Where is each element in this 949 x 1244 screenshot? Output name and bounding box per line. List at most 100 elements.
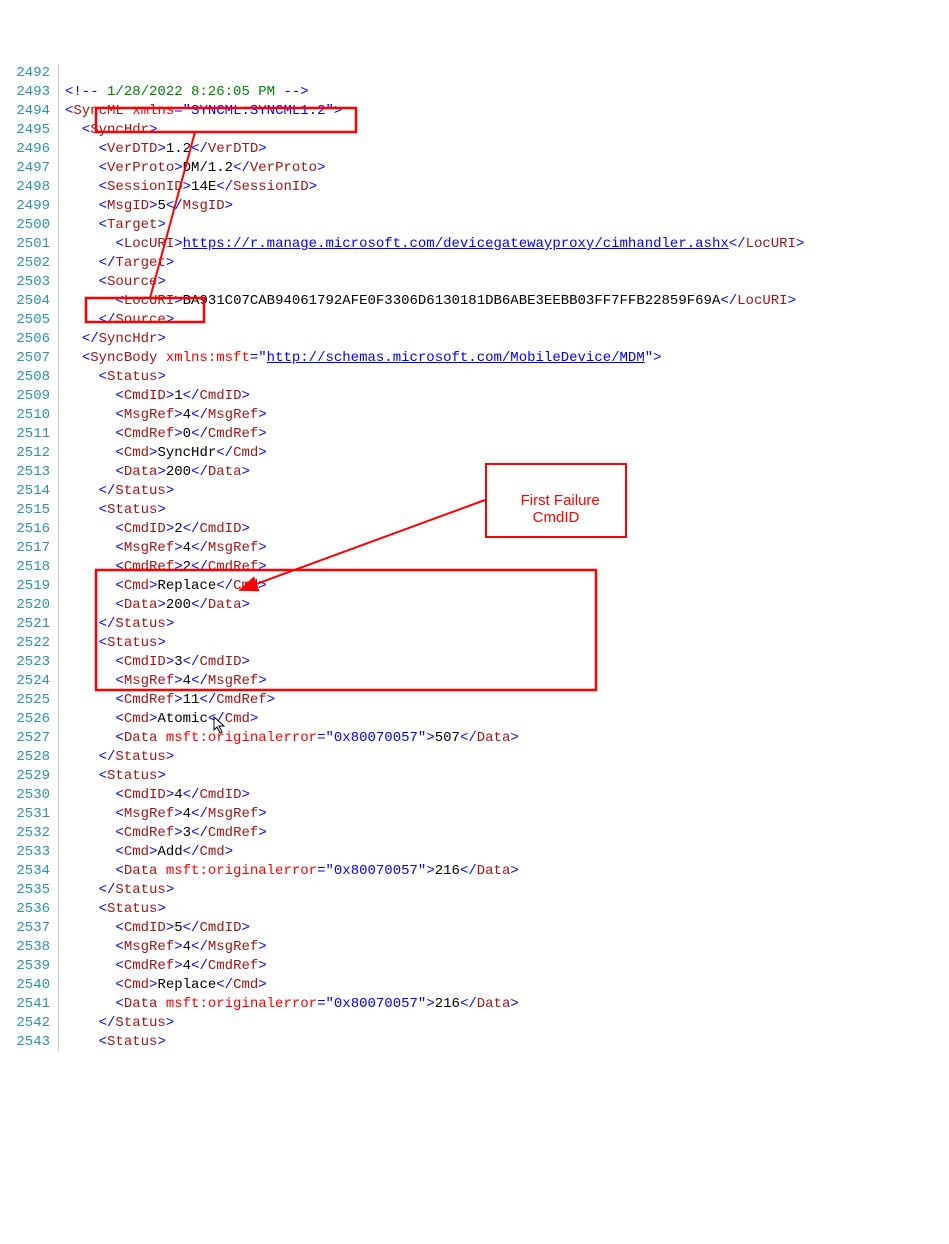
line-number: 2529: [0, 767, 59, 786]
code-viewer[interactable]: 24922493<!-- 1/28/2022 8:26:05 PM -->249…: [0, 64, 949, 1052]
line-number: 2543: [0, 1033, 59, 1052]
line-number: 2499: [0, 197, 59, 216]
code-line: 2509 <CmdID>1</CmdID>: [0, 387, 949, 406]
code-line: 2529 <Status>: [0, 767, 949, 786]
code-line: 2538 <MsgRef>4</MsgRef>: [0, 938, 949, 957]
code-line: 2517 <MsgRef>4</MsgRef>: [0, 539, 949, 558]
code-line: 2518 <CmdRef>2</CmdRef>: [0, 558, 949, 577]
code-line: 2501 <LocURI>https://r.manage.microsoft.…: [0, 235, 949, 254]
code-line: 2542 </Status>: [0, 1014, 949, 1033]
line-number: 2503: [0, 273, 59, 292]
code-line: 2497 <VerProto>DM/1.2</VerProto>: [0, 159, 949, 178]
line-number: 2524: [0, 672, 59, 691]
line-number: 2517: [0, 539, 59, 558]
code-line: 2534 <Data msft:originalerror="0x8007005…: [0, 862, 949, 881]
code-line: 2507 <SyncBody xmlns:msft="http://schema…: [0, 349, 949, 368]
line-number: 2514: [0, 482, 59, 501]
code-line: 2503 <Source>: [0, 273, 949, 292]
line-number: 2520: [0, 596, 59, 615]
code-line: 2506 </SyncHdr>: [0, 330, 949, 349]
code-line: 2537 <CmdID>5</CmdID>: [0, 919, 949, 938]
line-number: 2502: [0, 254, 59, 273]
code-line: 2527 <Data msft:originalerror="0x8007005…: [0, 729, 949, 748]
line-number: 2494: [0, 102, 59, 121]
line-number: 2518: [0, 558, 59, 577]
line-number: 2510: [0, 406, 59, 425]
code-line: 2508 <Status>: [0, 368, 949, 387]
line-number: 2522: [0, 634, 59, 653]
code-line: 2512 <Cmd>SyncHdr</Cmd>: [0, 444, 949, 463]
code-line: 2513 <Data>200</Data>: [0, 463, 949, 482]
code-line: 2528 </Status>: [0, 748, 949, 767]
code-line: 2492: [0, 64, 949, 83]
line-number: 2501: [0, 235, 59, 254]
line-number: 2542: [0, 1014, 59, 1033]
code-line: 2536 <Status>: [0, 900, 949, 919]
code-line: 2502 </Target>: [0, 254, 949, 273]
line-number: 2508: [0, 368, 59, 387]
code-line: 2494<SyncML xmlns="SYNCML:SYNCML1.2">: [0, 102, 949, 121]
line-number: 2515: [0, 501, 59, 520]
code-line: 2505 </Source>: [0, 311, 949, 330]
line-number: 2512: [0, 444, 59, 463]
code-line: 2522 <Status>: [0, 634, 949, 653]
line-number: 2500: [0, 216, 59, 235]
line-number: 2532: [0, 824, 59, 843]
code-line: 2514 </Status>: [0, 482, 949, 501]
code-line: 2498 <SessionID>14E</SessionID>: [0, 178, 949, 197]
line-number: 2530: [0, 786, 59, 805]
code-line: 2495 <SyncHdr>: [0, 121, 949, 140]
code-line: 2496 <VerDTD>1.2</VerDTD>: [0, 140, 949, 159]
line-number: 2528: [0, 748, 59, 767]
line-number: 2536: [0, 900, 59, 919]
line-number: 2493: [0, 83, 59, 102]
line-number: 2497: [0, 159, 59, 178]
line-number: 2527: [0, 729, 59, 748]
line-number: 2541: [0, 995, 59, 1014]
line-number: 2509: [0, 387, 59, 406]
line-number: 2521: [0, 615, 59, 634]
line-number: 2537: [0, 919, 59, 938]
code-line: 2499 <MsgID>5</MsgID>: [0, 197, 949, 216]
line-number: 2534: [0, 862, 59, 881]
code-line: 2541 <Data msft:originalerror="0x8007005…: [0, 995, 949, 1014]
line-number: 2516: [0, 520, 59, 539]
code-line: 2516 <CmdID>2</CmdID>: [0, 520, 949, 539]
code-line: 2539 <CmdRef>4</CmdRef>: [0, 957, 949, 976]
line-number: 2538: [0, 938, 59, 957]
line-number: 2507: [0, 349, 59, 368]
code-line: 2511 <CmdRef>0</CmdRef>: [0, 425, 949, 444]
code-line: 2515 <Status>: [0, 501, 949, 520]
code-line: 2525 <CmdRef>11</CmdRef>: [0, 691, 949, 710]
line-number: 2540: [0, 976, 59, 995]
code-line: 2533 <Cmd>Add</Cmd>: [0, 843, 949, 862]
line-number: 2525: [0, 691, 59, 710]
callout-text: First Failure CmdID: [521, 492, 600, 526]
code-line: 2531 <MsgRef>4</MsgRef>: [0, 805, 949, 824]
code-line: 2521 </Status>: [0, 615, 949, 634]
line-number: 2526: [0, 710, 59, 729]
callout-first-failure: First Failure CmdID: [485, 463, 627, 538]
code-line: 2520 <Data>200</Data>: [0, 596, 949, 615]
line-number: 2504: [0, 292, 59, 311]
line-number: 2531: [0, 805, 59, 824]
line-number: 2513: [0, 463, 59, 482]
line-number: 2496: [0, 140, 59, 159]
line-number: 2519: [0, 577, 59, 596]
line-number: 2506: [0, 330, 59, 349]
code-line: 2535 </Status>: [0, 881, 949, 900]
code-line: 2510 <MsgRef>4</MsgRef>: [0, 406, 949, 425]
line-number: 2492: [0, 64, 59, 83]
code-line: 2524 <MsgRef>4</MsgRef>: [0, 672, 949, 691]
line-number: 2511: [0, 425, 59, 444]
line-number: 2495: [0, 121, 59, 140]
code-line: 2519 <Cmd>Replace</Cmd>: [0, 577, 949, 596]
code-line: 2493<!-- 1/28/2022 8:26:05 PM -->: [0, 83, 949, 102]
line-number: 2498: [0, 178, 59, 197]
line-number: 2505: [0, 311, 59, 330]
line-number: 2535: [0, 881, 59, 900]
line-number: 2533: [0, 843, 59, 862]
code-line: 2532 <CmdRef>3</CmdRef>: [0, 824, 949, 843]
code-line: 2530 <CmdID>4</CmdID>: [0, 786, 949, 805]
line-number: 2523: [0, 653, 59, 672]
